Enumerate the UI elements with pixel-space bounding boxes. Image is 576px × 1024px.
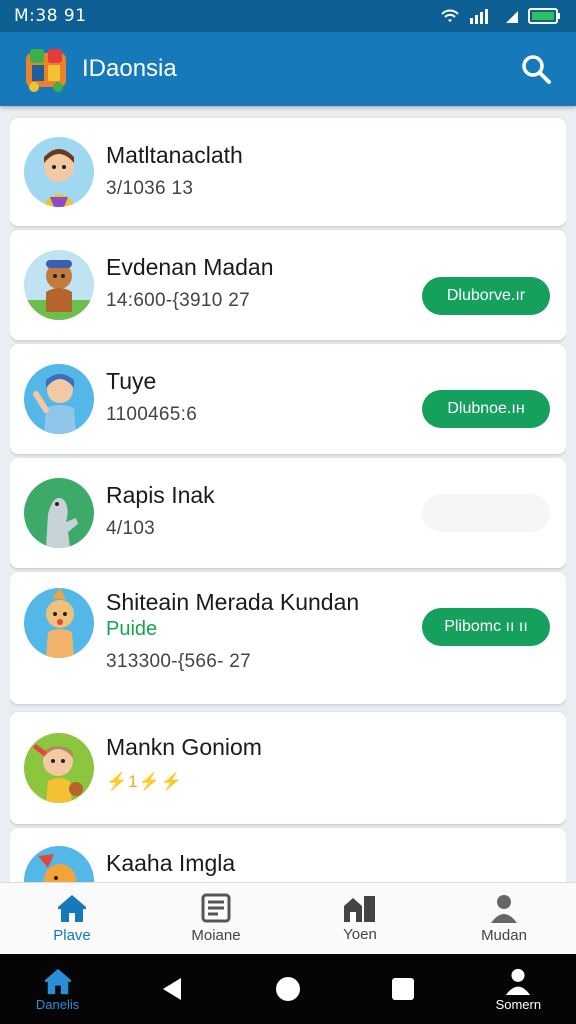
contact-meta: 313300-{566- 27 <box>106 651 252 672</box>
nav-label: Mudan <box>481 927 527 944</box>
contact-card[interactable]: Mankn Goniom ⚡1⚡⚡ <box>10 712 566 824</box>
wifi-icon <box>441 9 459 22</box>
avatar <box>24 733 94 803</box>
nav-label: Yoen <box>343 926 377 943</box>
system-back-button[interactable] <box>133 976 213 1002</box>
contact-subtitle: Puide <box>106 618 158 640</box>
system-recents-button[interactable] <box>363 976 443 1002</box>
contact-card[interactable]: Shiteain Merada Kundan Puide 313300-{566… <box>10 572 566 704</box>
home-icon <box>58 895 86 922</box>
contact-card[interactable]: Matltanaclath 3/1036 13 <box>10 118 566 226</box>
system-nav-somern[interactable]: Somern <box>478 967 558 1012</box>
contact-card[interactable]: Kaaha Imgla <box>10 828 566 882</box>
contact-action-button[interactable]: Dluborve.ır <box>422 277 550 315</box>
app-bar: IDaonsia <box>0 32 576 106</box>
contact-name: Kaaha Imgla <box>106 850 236 876</box>
nav-tab-moiane[interactable]: Moiane <box>144 883 288 954</box>
app-title: IDaonsia <box>82 55 177 82</box>
app-logo-icon <box>26 49 66 92</box>
system-nav-danelis[interactable]: Danelis <box>18 967 98 1012</box>
system-home-button[interactable] <box>248 975 328 1003</box>
signal-icon <box>470 9 488 24</box>
avatar <box>24 137 94 207</box>
contact-name: Tuye <box>106 368 157 394</box>
person-icon <box>506 968 531 995</box>
system-nav-bar: Danelis Somern <box>0 954 576 1024</box>
document-icon <box>201 893 231 923</box>
buildings-icon <box>344 896 375 922</box>
status-icons <box>440 7 562 25</box>
recents-icon <box>392 978 415 1000</box>
bottom-nav: Plave Moiane Yoen Mudan <box>0 882 576 954</box>
contact-list: Matltanaclath 3/1036 13 Evdenan Madan 14… <box>10 116 566 882</box>
battery-icon <box>528 8 560 24</box>
nav-tab-mudan[interactable]: Mudan <box>432 883 576 954</box>
contact-name: Rapis Inak <box>106 482 215 508</box>
contact-meta: 14:600-{3910 27 <box>106 290 250 311</box>
contact-action-button[interactable]: Plibomc ıı ıı <box>422 608 550 646</box>
nav-tab-yoen[interactable]: Yoen <box>288 883 432 954</box>
nav-label: Moiane <box>191 927 241 944</box>
contact-action-placeholder <box>422 494 550 532</box>
contact-meta: 3/1036 13 <box>106 178 194 199</box>
avatar <box>24 588 94 658</box>
contact-rating: ⚡1⚡⚡ <box>106 772 183 791</box>
avatar <box>24 250 94 320</box>
system-nav-label: Danelis <box>35 996 80 1012</box>
status-bar: M:38 91 <box>0 0 576 32</box>
search-icon <box>522 55 551 84</box>
back-icon <box>162 978 181 1000</box>
home-icon <box>44 968 71 994</box>
person-icon <box>491 895 517 923</box>
contact-meta: 4/103 <box>106 518 156 539</box>
contact-name: Evdenan Madan <box>106 254 274 280</box>
contact-name: Matltanaclath <box>106 142 243 168</box>
contact-name: Mankn Goniom <box>106 734 262 760</box>
search-button[interactable] <box>516 49 556 89</box>
contact-name: Shiteain Merada Kundan <box>106 589 360 615</box>
avatar <box>24 478 94 548</box>
home-circle-icon <box>275 977 300 1001</box>
signal-icon-2 <box>506 11 518 23</box>
contact-card[interactable]: Rapis Inak 4/103 <box>10 458 566 568</box>
avatar <box>24 846 94 882</box>
status-time: M:38 91 <box>14 6 87 26</box>
contact-card[interactable]: Evdenan Madan 14:600-{3910 27 Dluborve.ı… <box>10 230 566 340</box>
nav-tab-plave[interactable]: Plave <box>0 883 144 954</box>
nav-label: Plave <box>53 927 91 944</box>
system-nav-label: Somern <box>495 996 542 1012</box>
contact-meta: 1100465:6 <box>106 404 198 425</box>
avatar <box>24 364 94 434</box>
contact-action-button[interactable]: Dlubnoe.ıн <box>422 390 550 428</box>
contact-card[interactable]: Tuye 1100465:6 Dlubnoe.ıн <box>10 344 566 454</box>
